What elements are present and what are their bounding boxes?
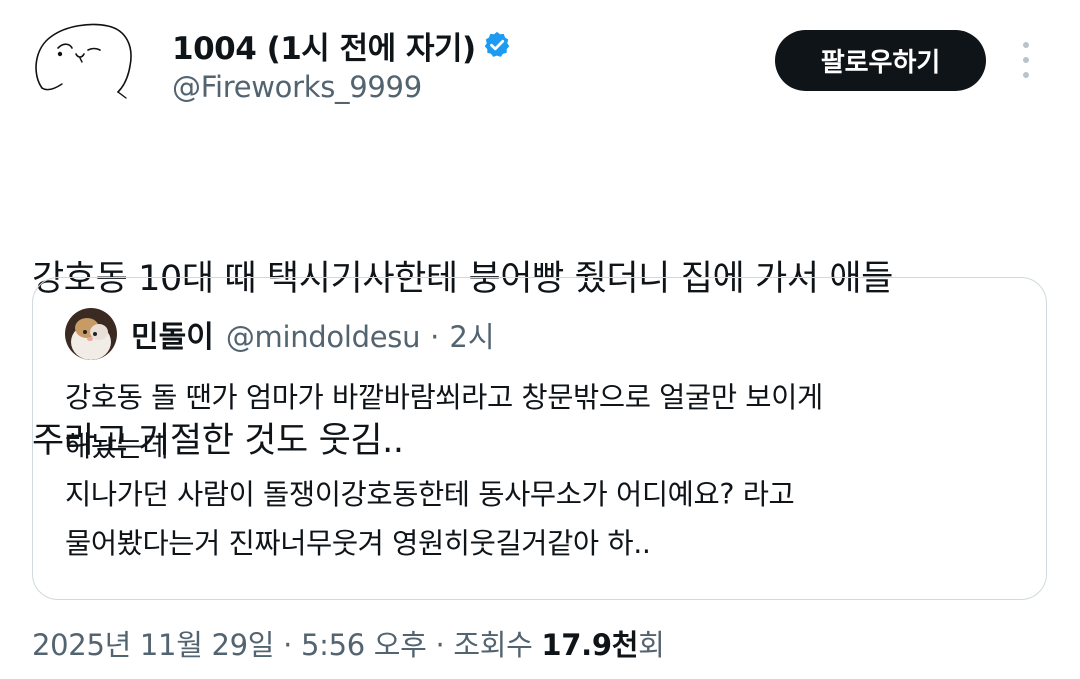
quoted-author-avatar[interactable]	[65, 308, 117, 360]
more-dot	[1023, 72, 1029, 78]
quoted-tweet-time[interactable]: 2시	[449, 314, 494, 356]
cat-avatar-icon	[65, 308, 117, 360]
quoted-text-line: 강호동 돌 땐가 엄마가 바깥바람쐬라고 창문밖으로 얼굴만 보이게	[65, 381, 823, 414]
quoted-text-line: 물어봤다는거 진짜너무웃겨 영원히웃길거같아 하..	[65, 526, 651, 560]
views-count[interactable]: 17.9천	[541, 628, 638, 662]
tweet-date[interactable]: 2025년 11월 29일	[32, 628, 274, 662]
quoted-tweet-card[interactable]: 민돌이 @mindoldesu · 2시 강호동 돌 땐가 엄마가 바깥바람쐬라…	[32, 277, 1047, 600]
follow-button[interactable]: 팔로우하기	[775, 30, 986, 91]
quoted-tweet-text: 강호동 돌 땐가 엄마가 바깥바람쐬라고 창문밖으로 얼굴만 보이게 해놨는데 …	[65, 374, 1025, 568]
quoted-text-line: 지나가던 사람이 돌쟁이강호동한테 동사무소가 어디예요? 라고	[65, 478, 795, 511]
more-dot	[1023, 42, 1029, 48]
quoted-author-name[interactable]: 민돌이	[131, 312, 214, 356]
more-dot	[1023, 57, 1029, 63]
verified-badge-icon	[484, 31, 509, 57]
separator-dot: ·	[430, 320, 440, 354]
author-display-name[interactable]: 1004 (1시 전에 자기)	[172, 23, 476, 68]
meta-separator: ·	[274, 628, 301, 662]
quoted-tweet-header: 민돌이 @mindoldesu · 2시	[131, 312, 495, 356]
views-label: 조회수	[453, 628, 542, 662]
author-avatar[interactable]	[30, 18, 142, 104]
views-suffix: 회	[638, 628, 665, 662]
tweet-meta: 2025년 11월 29일 · 5:56 오후 · 조회수 17.9천회	[32, 622, 665, 664]
more-vertical-icon[interactable]	[1012, 42, 1040, 78]
tweet-time[interactable]: 5:56 오후	[301, 628, 427, 662]
quoted-text-line: 해놨는데	[65, 429, 169, 463]
author-handle[interactable]: @Fireworks_9999	[172, 70, 512, 104]
author-info: 1004 (1시 전에 자기) @Fireworks_9999	[172, 22, 512, 104]
meta-separator: ·	[426, 628, 454, 662]
doodle-avatar-icon	[35, 23, 132, 99]
quoted-author-handle[interactable]: @mindoldesu	[226, 320, 421, 354]
display-name-row: 1004 (1시 전에 자기)	[172, 22, 512, 68]
